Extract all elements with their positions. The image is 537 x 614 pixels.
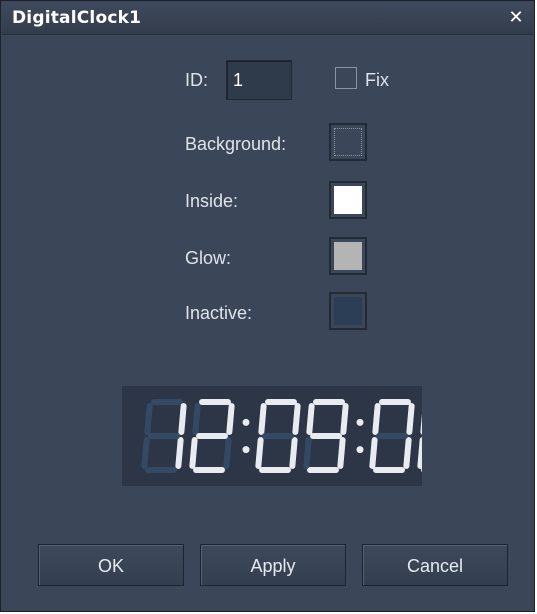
clock-segment-c — [223, 437, 232, 469]
clock-segment-e — [303, 437, 312, 469]
apply-button[interactable]: Apply — [200, 544, 346, 586]
clock-segment-f — [258, 403, 267, 435]
clock-segment-c — [175, 437, 184, 469]
fix-checkbox[interactable] — [335, 67, 357, 89]
clock-segment-e — [141, 437, 150, 469]
background-color-swatch[interactable] — [329, 123, 367, 161]
clock-segment-b — [226, 403, 235, 435]
close-icon[interactable]: ✕ — [505, 7, 527, 29]
clock-segment-e — [189, 437, 198, 469]
glow-color-swatch[interactable] — [329, 237, 367, 275]
clock-segment-b — [292, 403, 301, 435]
inside-label: Inside: — [185, 191, 239, 211]
clock-segment-c — [289, 437, 298, 469]
clock-display — [141, 399, 422, 473]
background-label: Background: — [185, 134, 287, 154]
clock-segment-e — [255, 437, 264, 469]
ok-button[interactable]: OK — [38, 544, 184, 586]
inactive-color-fill — [334, 297, 362, 325]
id-label: ID: — [185, 70, 209, 90]
clock-segment-b — [340, 403, 349, 435]
clock-segment-b — [178, 403, 187, 435]
inactive-color-swatch[interactable] — [329, 292, 367, 330]
cancel-button[interactable]: Cancel — [362, 544, 508, 586]
clock-segment-b — [406, 403, 415, 435]
clock-colon-dot — [356, 418, 364, 426]
clock-segment-f — [372, 403, 381, 435]
background-color-fill — [334, 128, 362, 156]
inactive-label: Inactive: — [185, 303, 253, 323]
clock-segment-f — [192, 403, 201, 435]
id-input[interactable]: 1 — [226, 60, 292, 100]
glow-color-fill — [334, 242, 362, 270]
inside-color-fill — [334, 186, 362, 214]
inside-color-swatch[interactable] — [329, 181, 367, 219]
clock-segment-e — [417, 437, 422, 469]
glow-label: Glow: — [185, 248, 232, 268]
clock-colon-dot — [242, 418, 250, 426]
window-title: DigitalClock1 — [12, 8, 142, 28]
clock-segment-f — [306, 403, 315, 435]
dialog-window: DigitalClock1 ✕ ID: 1 Fix Background: In… — [0, 0, 535, 612]
clock-segment-c — [403, 437, 412, 469]
fix-label: Fix — [365, 70, 389, 90]
clock-segment-e — [369, 437, 378, 469]
clock-segment-c — [337, 437, 346, 469]
title-bar[interactable]: DigitalClock1 ✕ — [2, 2, 533, 35]
clock-colon-dot — [356, 446, 364, 454]
clock-colon-dot — [242, 446, 250, 454]
digital-clock-preview — [122, 386, 422, 486]
clock-segment-f — [144, 403, 153, 435]
